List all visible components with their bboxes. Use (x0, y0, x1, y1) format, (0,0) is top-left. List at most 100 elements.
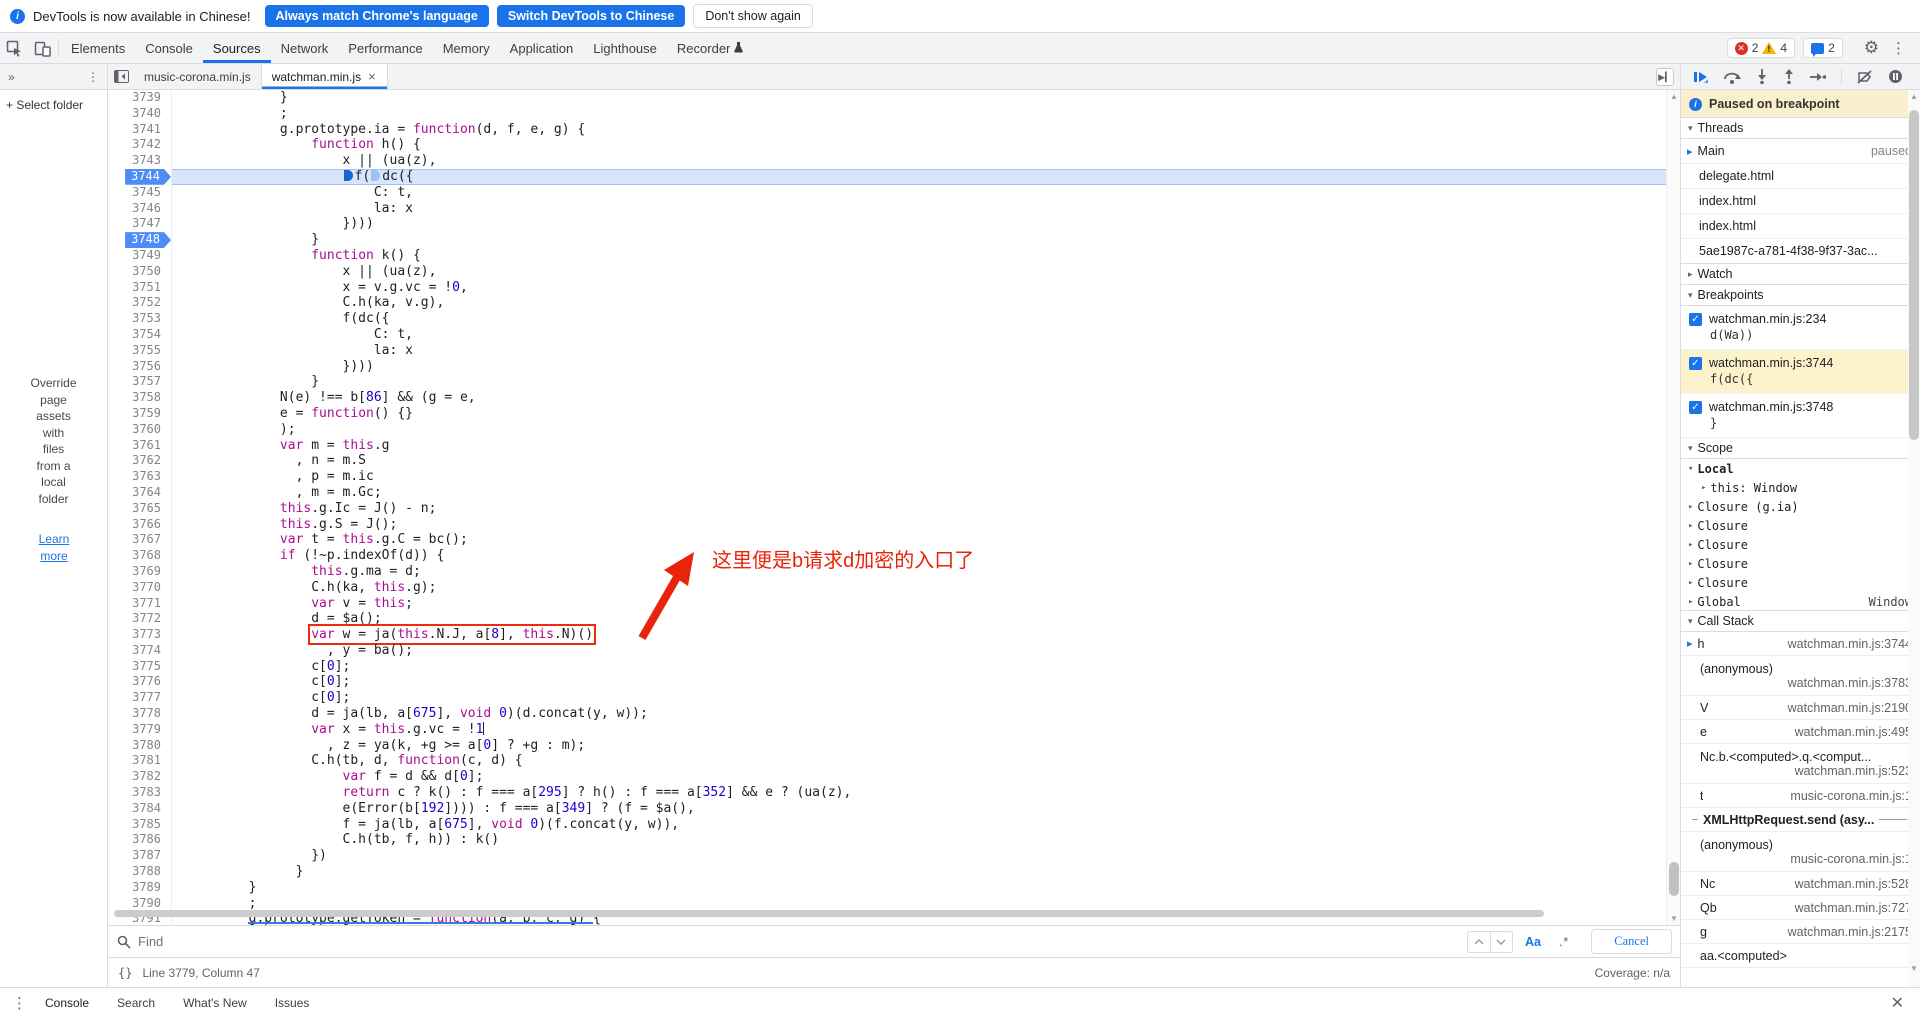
gutter-line-number[interactable]: 3743 (108, 153, 172, 169)
code-line-content[interactable]: x || (ua(z), (172, 153, 1666, 169)
call-stack-frame[interactable]: Qbwatchman.min.js:727 (1681, 896, 1920, 920)
cancel-button[interactable]: Cancel (1591, 929, 1672, 954)
pretty-print-icon[interactable]: {} (118, 966, 132, 980)
gutter-line-number[interactable]: 3748 (108, 232, 172, 248)
scroll-down-icon[interactable]: ▼ (1667, 914, 1681, 923)
scope-row[interactable]: ▸Closure (1681, 516, 1920, 535)
gutter-line-number[interactable]: 3742 (108, 137, 172, 153)
vertical-scrollbar-thumb[interactable] (1669, 862, 1679, 896)
code-line-content[interactable]: C: t, (172, 185, 1666, 201)
scroll-up-icon[interactable]: ▲ (1667, 92, 1681, 101)
code-line-content[interactable]: C.h(ka, this.g); (172, 580, 1666, 596)
learn-more-link[interactable]: Learn more (26, 531, 82, 565)
gutter-line-number[interactable]: 3740 (108, 106, 172, 122)
gutter-line-number[interactable]: 3753 (108, 311, 172, 327)
gutter-line-number[interactable]: 3767 (108, 532, 172, 548)
scope-row[interactable]: ▸GlobalWindow (1681, 592, 1920, 611)
code-line-content[interactable]: d = ja(lb, a[675], void 0)(d.concat(y, w… (172, 706, 1666, 722)
tab-recorder[interactable]: Recorder (667, 33, 753, 63)
gutter-line-number[interactable]: 3763 (108, 469, 172, 485)
tab-application[interactable]: Application (500, 33, 584, 63)
code-line-content[interactable]: }))) (172, 216, 1666, 232)
gutter-line-number[interactable]: 3782 (108, 769, 172, 785)
code-line-content[interactable]: }))) (172, 359, 1666, 375)
code-line-content[interactable]: , m = m.Gc; (172, 485, 1666, 501)
scroll-up-icon[interactable]: ▲ (1908, 92, 1920, 101)
gutter-line-number[interactable]: 3780 (108, 738, 172, 754)
code-line-content[interactable]: f(dc({ (172, 311, 1666, 327)
code-line-content[interactable]: , y = ba(); (172, 643, 1666, 659)
gutter-line-number[interactable]: 3774 (108, 643, 172, 659)
match-case-toggle[interactable]: Aa (1519, 935, 1547, 949)
code-line-content[interactable]: } (172, 232, 1666, 248)
gutter-line-number[interactable]: 3751 (108, 280, 172, 296)
call-stack-frame[interactable]: Vwatchman.min.js:2190 (1681, 696, 1920, 720)
drawer-tab-console[interactable]: Console (31, 988, 103, 1017)
gutter-line-number[interactable]: 3765 (108, 501, 172, 517)
call-stack-frame[interactable]: Nc.b.<computed>.q.<comput...watchman.min… (1681, 744, 1920, 784)
step-icon[interactable] (1810, 72, 1826, 82)
code-line-content[interactable]: , p = m.ic (172, 469, 1666, 485)
tab-console[interactable]: Console (135, 33, 203, 63)
regex-toggle[interactable]: .* (1553, 935, 1575, 949)
thread-row[interactable]: index.html (1681, 214, 1920, 239)
deactivate-breakpoints-icon[interactable] (1857, 70, 1873, 84)
find-input[interactable] (138, 934, 1461, 949)
code-line-content[interactable]: var w = ja(this.N.J, a[8], this.N)() (172, 627, 1666, 643)
drawer-tab-issues[interactable]: Issues (261, 988, 324, 1017)
thread-row[interactable]: ▸Mainpaused (1681, 139, 1920, 164)
issues-badge[interactable]: 2 (1803, 38, 1843, 58)
gutter-line-number[interactable]: 3760 (108, 422, 172, 438)
gutter-line-number[interactable]: 3746 (108, 201, 172, 217)
gutter-line-number[interactable]: 3769 (108, 564, 172, 580)
gutter-line-number[interactable]: 3778 (108, 706, 172, 722)
code-line-content[interactable]: e(Error(b[192]))) : f === a[349] ? (f = … (172, 801, 1666, 817)
gutter-line-number[interactable]: 3772 (108, 611, 172, 627)
errors-warnings-badge[interactable]: ✕ 2 4 (1727, 38, 1795, 58)
code-line-content[interactable]: } (172, 880, 1666, 896)
call-stack-frame[interactable]: Ncwatchman.min.js:528 (1681, 872, 1920, 896)
match-language-button[interactable]: Always match Chrome's language (265, 5, 489, 27)
tab-elements[interactable]: Elements (61, 33, 135, 63)
step-over-icon[interactable] (1723, 70, 1741, 84)
code-line-content[interactable]: g.prototype.ia = function(d, f, e, g) { (172, 122, 1666, 138)
file-tab-music-corona.min.js[interactable]: music-corona.min.js (134, 64, 262, 89)
code-line-content[interactable]: return c ? k() : f === a[295] ? h() : f … (172, 785, 1666, 801)
code-line-content[interactable]: C.h(tb, d, function(c, d) { (172, 753, 1666, 769)
tab-performance[interactable]: Performance (338, 33, 432, 63)
code-line-content[interactable]: C.h(tb, f, h)) : k() (172, 832, 1666, 848)
find-previous-icon[interactable] (1468, 932, 1490, 952)
code-line-content[interactable]: e = function() {} (172, 406, 1666, 422)
gutter-line-number[interactable]: 3783 (108, 785, 172, 801)
device-toolbar-icon[interactable] (28, 33, 56, 63)
find-next-icon[interactable] (1490, 932, 1512, 952)
code-line-content[interactable]: var v = this; (172, 596, 1666, 612)
code-line-content[interactable]: var f = d && d[0]; (172, 769, 1666, 785)
breakpoint-item[interactable]: ✓watchman.min.js:3748} (1681, 394, 1920, 438)
step-out-icon[interactable] (1783, 69, 1795, 84)
gutter-line-number[interactable]: 3754 (108, 327, 172, 343)
gutter-line-number[interactable]: 3756 (108, 359, 172, 375)
code-line-content[interactable]: C: t, (172, 327, 1666, 343)
gutter-line-number[interactable]: 3761 (108, 438, 172, 454)
drawer-tab-search[interactable]: Search (103, 988, 169, 1017)
code-line-content[interactable]: var m = this.g (172, 438, 1666, 454)
gutter-line-number[interactable]: 3759 (108, 406, 172, 422)
step-into-icon[interactable] (1756, 69, 1768, 84)
breakpoint-checkbox[interactable]: ✓ (1689, 313, 1702, 326)
scope-row[interactable]: ▸Closure (1681, 535, 1920, 554)
call-stack-frame[interactable]: (anonymous)music-corona.min.js:1 (1681, 832, 1920, 872)
gutter-line-number[interactable]: 3758 (108, 390, 172, 406)
code-line-content[interactable]: }) (172, 848, 1666, 864)
section-threads[interactable]: ▾Threads (1681, 117, 1920, 139)
call-stack-frame[interactable]: aa.<computed> (1681, 944, 1920, 968)
gutter-line-number[interactable]: 3739 (108, 90, 172, 106)
gutter-line-number[interactable]: 3789 (108, 880, 172, 896)
section-call-stack[interactable]: ▾Call Stack (1681, 610, 1920, 632)
gutter-line-number[interactable]: 3766 (108, 517, 172, 533)
gutter-line-number[interactable]: 3773 (108, 627, 172, 643)
breakpoint-item[interactable]: ✓watchman.min.js:3744f(dc({ (1681, 350, 1920, 394)
code-line-content[interactable]: ; (172, 106, 1666, 122)
gutter-line-number[interactable]: 3744 (108, 169, 172, 185)
scope-row[interactable]: ▾Local (1681, 459, 1920, 478)
